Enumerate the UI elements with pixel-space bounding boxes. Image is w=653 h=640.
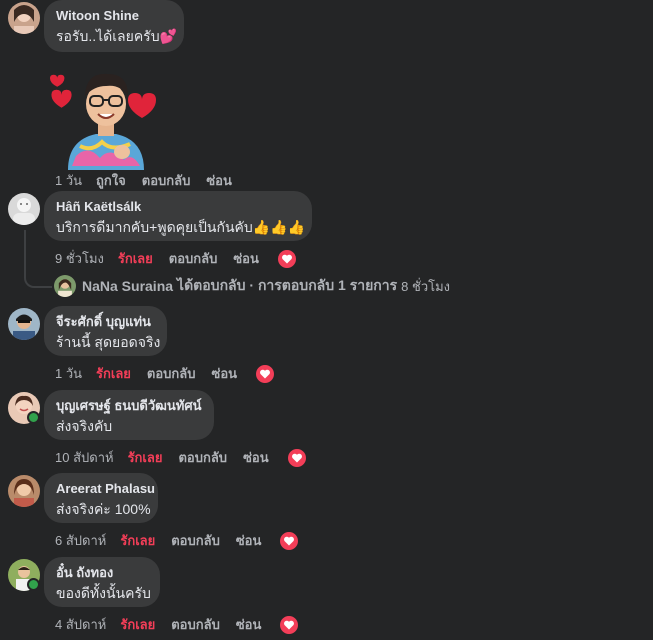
comment-author[interactable]: บุญเศรษฐ์ ธนบดีวัฒนทัศน์	[56, 398, 202, 414]
reply-button[interactable]: ตอบกลับ	[171, 530, 220, 551]
comment-text: รอรับ..ได้เลยครับ💕	[56, 28, 178, 44]
comment-bubble: Areerat Phalasu ส่งจริงค่ะ 100%	[44, 473, 158, 523]
comment-time[interactable]: 6 สัปดาห์	[55, 530, 106, 551]
reply-summary-name[interactable]: NaNa Suraina	[82, 278, 173, 294]
comment-time[interactable]: 9 ชั่วโมง	[55, 248, 104, 269]
reply-summary-time: 8 ชั่วโมง	[401, 278, 451, 294]
comment-time[interactable]: 1 วัน	[55, 363, 82, 384]
comment-actions: 9 ชั่วโมง รักเลย ตอบกลับ ซ่อน	[55, 248, 313, 269]
comment-author[interactable]: จีระศักดิ์ บุญแท่น	[56, 314, 155, 330]
comment-actions: 6 สัปดาห์ รักเลย ตอบกลับ ซ่อน	[55, 530, 315, 551]
online-status-icon	[27, 411, 40, 424]
hide-button[interactable]: ซ่อน	[236, 530, 262, 551]
comment-text: ร้านนี้ สุดยอดจริง	[56, 334, 161, 350]
comment-actions: 1 วัน รักเลย ตอบกลับ ซ่อน	[55, 363, 291, 384]
comment-text: บริการดีมากคับ+พูดคุยเป็นกันคับ👍👍👍	[56, 219, 306, 235]
hide-button[interactable]: ซ่อน	[243, 447, 269, 468]
hide-button[interactable]: ซ่อน	[206, 170, 232, 191]
reply-summary-text[interactable]: ได้ตอบกลับ · การตอบกลับ 1 รายการ	[177, 275, 397, 297]
comment-text: ส่งจริงค่ะ 100%	[56, 501, 151, 517]
heart-reaction-icon[interactable]	[279, 530, 300, 551]
love-button[interactable]: รักเลย	[120, 530, 155, 551]
heart-reaction-icon[interactable]	[279, 614, 300, 635]
comment-author[interactable]: อั๋น ถังทอง	[56, 565, 148, 581]
avatar[interactable]	[8, 193, 40, 225]
heart-reaction-icon[interactable]	[286, 447, 307, 468]
comment-time[interactable]: 4 สัปดาห์	[55, 614, 106, 635]
love-button[interactable]: รักเลย	[96, 363, 131, 384]
hide-button[interactable]: ซ่อน	[233, 248, 259, 269]
love-button[interactable]: รักเลย	[120, 614, 155, 635]
comment-bubble: อั๋น ถังทอง ของดีทั้งนั้นครับ	[44, 557, 160, 607]
comment-time[interactable]: 10 สัปดาห์	[55, 447, 114, 468]
comment-author[interactable]: Areerat Phalasu	[56, 481, 155, 497]
comment-text: ส่งจริงคับ	[56, 418, 113, 434]
comment-author[interactable]: Hâñ Kaëtlsálk	[56, 199, 300, 215]
comment-bubble: จีระศักดิ์ บุญแท่น ร้านนี้ สุดยอดจริง	[44, 306, 167, 356]
comment-actions: 4 สัปดาห์ รักเลย ตอบกลับ ซ่อน	[55, 614, 315, 635]
reply-button[interactable]: ตอบกลับ	[147, 363, 196, 384]
sticker	[50, 66, 160, 170]
reply-button[interactable]: ตอบกลับ	[142, 170, 191, 191]
reply-summary[interactable]: NaNa Suraina ได้ตอบกลับ · การตอบกลับ 1 ร…	[54, 275, 450, 297]
comment-bubble: บุญเศรษฐ์ ธนบดีวัฒนทัศน์ ส่งจริงคับ	[44, 390, 214, 440]
love-button[interactable]: รักเลย	[118, 248, 153, 269]
reply-button[interactable]: ตอบกลับ	[171, 614, 220, 635]
comment-text: ของดีทั้งนั้นครับ	[56, 585, 151, 601]
avatar[interactable]	[54, 275, 76, 297]
comment-actions: 1 วัน ถูกใจ ตอบกลับ ซ่อน	[55, 170, 248, 191]
heart-reaction-icon[interactable]	[255, 363, 276, 384]
comment-bubble: Hâñ Kaëtlsálk บริการดีมากคับ+พูดคุยเป็นก…	[44, 191, 312, 241]
avatar[interactable]	[8, 2, 40, 34]
reply-button[interactable]: ตอบกลับ	[178, 447, 227, 468]
like-button[interactable]: ถูกใจ	[96, 170, 126, 191]
comment-bubble: Witoon Shine รอรับ..ได้เลยครับ💕	[44, 0, 184, 52]
avatar[interactable]	[8, 308, 40, 340]
reply-button[interactable]: ตอบกลับ	[169, 248, 218, 269]
love-button[interactable]: รักเลย	[128, 447, 163, 468]
hide-button[interactable]: ซ่อน	[236, 614, 262, 635]
hide-button[interactable]: ซ่อน	[212, 363, 238, 384]
comment-time[interactable]: 1 วัน	[55, 170, 82, 191]
heart-reaction-icon[interactable]	[276, 248, 297, 269]
comment-actions: 10 สัปดาห์ รักเลย ตอบกลับ ซ่อน	[55, 447, 323, 468]
reply-thread-line	[24, 230, 52, 288]
avatar[interactable]	[8, 475, 40, 507]
comment-author[interactable]: Witoon Shine	[56, 8, 172, 24]
online-status-icon	[27, 578, 40, 591]
